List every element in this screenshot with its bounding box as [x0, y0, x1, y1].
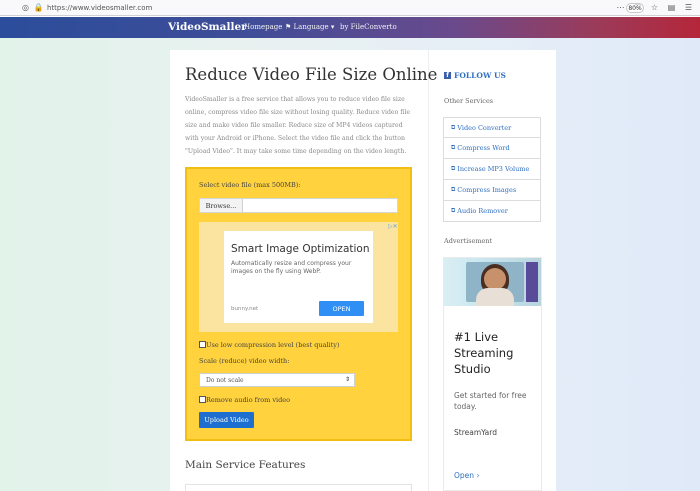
remove-audio-checkbox[interactable]	[199, 396, 206, 403]
scale-select-value: Do not scale	[206, 376, 244, 384]
pocket-icon[interactable]: ♡	[632, 2, 643, 13]
browser-toolbar: ◎ 🔒 https://www.videosmaller.com 80% ⋯ ♡…	[0, 0, 700, 16]
intro-text: VideoSmaller is a free service that allo…	[185, 96, 411, 155]
sidebar-ad-subtext: Get started for free today.	[454, 391, 527, 411]
low-compression-label: Use low compression level (best quality)	[206, 341, 340, 349]
ad-description: Automatically resize and compress your i…	[231, 260, 352, 275]
advertisement-heading: Advertisement	[444, 237, 493, 245]
external-link-icon: ⧉	[451, 123, 456, 131]
address-bar[interactable]: https://www.videosmaller.com	[47, 4, 152, 12]
language-flag-icon: ⚑	[285, 23, 294, 31]
ad-open-button[interactable]: OPEN	[319, 301, 364, 316]
service-increase-mp3-volume[interactable]: ⧉ Increase MP3 Volume	[443, 159, 541, 180]
service-label: Compress Images	[457, 186, 517, 194]
ad-image-face	[484, 268, 506, 290]
library-icon[interactable]: ▤	[666, 2, 677, 13]
other-services-heading: Other Services	[444, 97, 494, 105]
lock-icon[interactable]: 🔒	[33, 2, 44, 13]
sidebar-ad-brand: StreamYard	[454, 428, 497, 437]
nav-language-label: Language	[293, 23, 329, 31]
services-list: ⧉ Video Converter ⧉ Compress Word ⧉ Increas…	[443, 117, 541, 222]
nav-homepage[interactable]: Homepage	[244, 23, 282, 31]
features-heading: Main Service Features	[185, 459, 306, 471]
nav-language[interactable]: ⚑ Language ▾	[285, 23, 334, 31]
menu-icon[interactable]: ☰	[683, 2, 694, 13]
ad-title[interactable]: Smart Image Optimization	[231, 243, 370, 255]
select-file-label: Select video file (max 500MB):	[199, 181, 301, 189]
star-icon[interactable]: ☆	[649, 2, 660, 13]
scale-label: Scale (reduce) video width:	[199, 357, 290, 365]
external-link-icon: ⧉	[451, 186, 456, 193]
service-compress-word[interactable]: ⧉ Compress Word	[443, 138, 541, 159]
follow-us-label: FOLLOW US	[454, 71, 506, 80]
sidebar-ad-open-label: Open	[454, 471, 475, 480]
select-arrows-icon: ⇕	[344, 376, 350, 383]
more-icon[interactable]: ⋯	[615, 2, 626, 13]
sidebar-ad-headline[interactable]: #1 Live Streaming Studio	[454, 329, 538, 377]
facebook-icon: f	[444, 72, 451, 79]
ad-image[interactable]	[444, 258, 541, 306]
service-video-converter[interactable]: ⧉ Video Converter	[443, 117, 541, 138]
service-audio-remover[interactable]: ⧉ Audio Remover	[443, 201, 541, 222]
external-link-icon: ⧉	[451, 144, 456, 151]
ad-image-sidebar	[526, 262, 538, 302]
service-label: Audio Remover	[457, 207, 508, 215]
chevron-right-icon: ›	[476, 471, 480, 480]
nav-fileconverto[interactable]: by FileConverto	[340, 23, 397, 31]
site-logo[interactable]: VideoSmaller	[168, 21, 247, 33]
ad-image-body	[476, 288, 514, 306]
caret-down-icon: ▾	[328, 23, 335, 31]
service-compress-images[interactable]: ⧉ Compress Images	[443, 180, 541, 201]
follow-us-link[interactable]: f FOLLOW US	[444, 71, 506, 80]
low-compression-checkbox[interactable]	[199, 341, 206, 348]
ad-choices-icon[interactable]: ▷✕	[388, 223, 398, 230]
file-input[interactable]: Browse...	[199, 198, 398, 213]
external-link-icon: ⧉	[451, 165, 456, 172]
site-navbar: VideoSmaller Homepage ⚑ Language ▾ by Fi…	[0, 17, 700, 38]
scale-select[interactable]: Do not scale ⇕	[199, 373, 355, 387]
ad-source: bunny.net	[231, 306, 259, 312]
sidebar-ad-open-link[interactable]: Open ›	[454, 471, 479, 480]
upload-video-button[interactable]: Upload Video	[199, 412, 254, 428]
external-link-icon: ⧉	[451, 207, 456, 214]
shield-icon[interactable]: ◎	[20, 2, 31, 13]
browse-button[interactable]: Browse...	[200, 199, 243, 212]
service-label: Compress Word	[457, 144, 510, 152]
service-label: Video Converter	[457, 123, 512, 132]
remove-audio-label: Remove audio from video	[206, 396, 291, 404]
page-title: Reduce Video File Size Online	[185, 65, 438, 84]
service-label: Increase MP3 Volume	[457, 165, 530, 173]
features-panel	[185, 484, 412, 491]
